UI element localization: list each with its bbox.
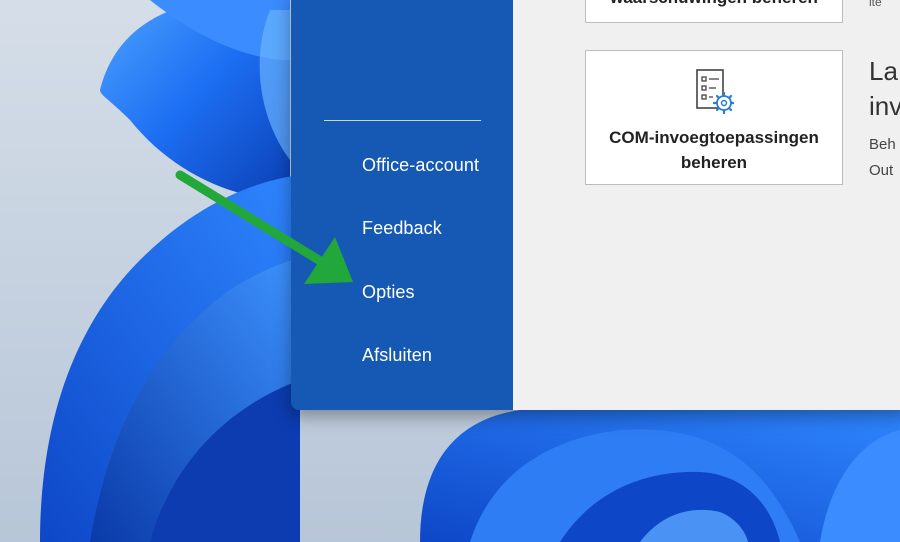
nav-item-options[interactable]: Opties <box>362 282 415 303</box>
com-addins-label: COM-invoegtoepassingen beheren <box>609 127 819 172</box>
manage-alerts-label: waarschuwingen beheren <box>610 0 818 8</box>
com-addins-description-line1: Beh <box>869 136 896 153</box>
com-addins-heading-line1: La <box>869 56 898 86</box>
manage-alerts-description: ite <box>869 0 882 9</box>
nav-item-feedback[interactable]: Feedback <box>362 218 442 239</box>
com-addins-heading-line2: inv <box>869 91 900 121</box>
manage-com-addins-button[interactable]: COM-invoegtoepassingen beheren <box>585 50 843 185</box>
nav-divider <box>324 120 481 121</box>
checklist-gear-icon <box>696 68 734 114</box>
manage-alerts-tile[interactable]: waarschuwingen beheren <box>585 0 843 23</box>
nav-item-office-account[interactable]: Office-account <box>362 155 479 176</box>
backstage-nav: Office-account Feedback Opties Afsluiten <box>291 0 513 410</box>
nav-item-exit[interactable]: Afsluiten <box>362 345 432 366</box>
com-addins-description-line2: Out <box>869 162 894 179</box>
backstage-content: waarschuwingen beheren ite <box>513 0 900 410</box>
outlook-backstage-window: Office-account Feedback Opties Afsluiten… <box>291 0 900 410</box>
